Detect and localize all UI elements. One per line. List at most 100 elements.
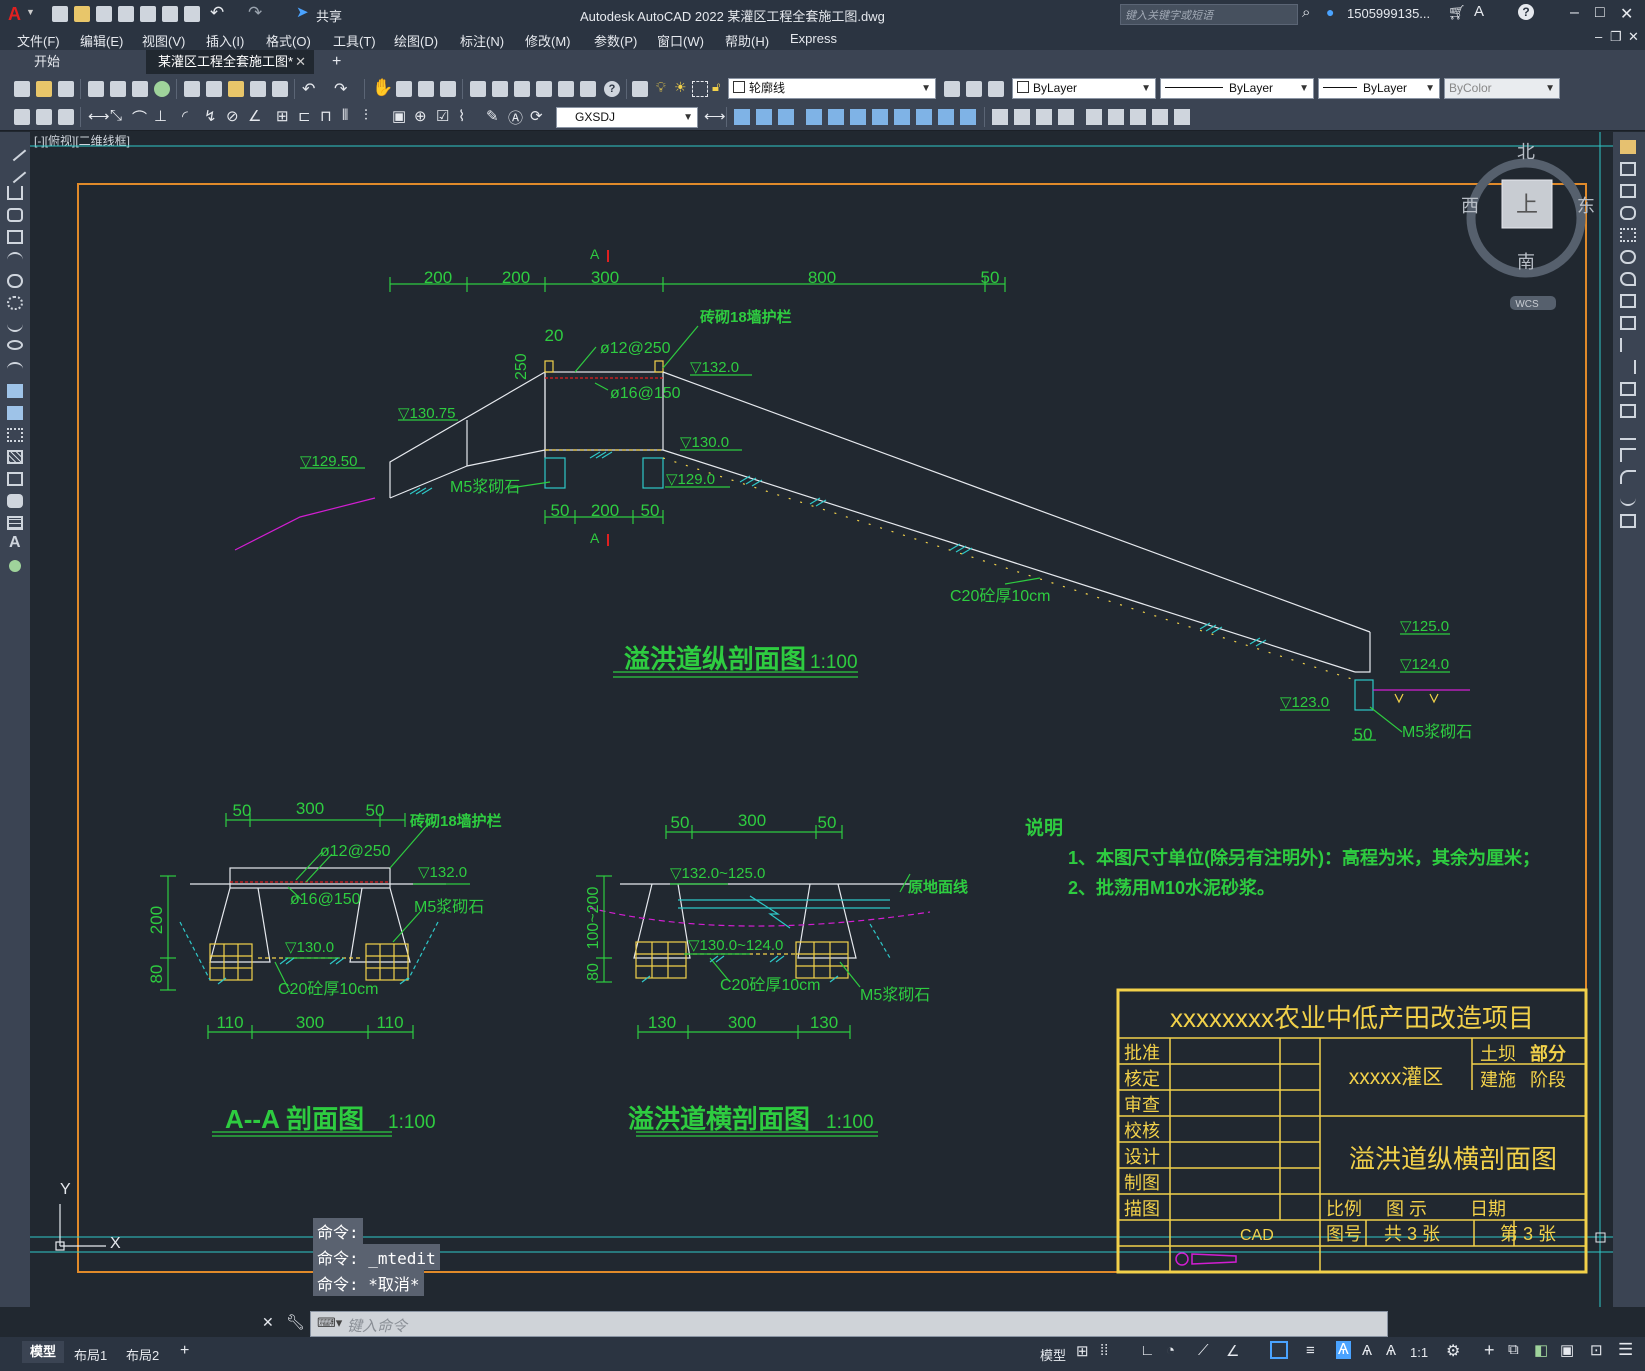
mirror-icon[interactable] (894, 109, 910, 125)
command-input[interactable]: ⌨▾ 键入命令 (310, 1311, 1388, 1337)
undo-tool-icon[interactable]: ↶ (302, 79, 315, 99)
menu-insert[interactable]: 插入(I) (206, 31, 244, 50)
markup-icon[interactable] (558, 81, 574, 97)
tool-palettes-icon[interactable] (514, 81, 530, 97)
layer-on-icon[interactable]: 💡︎ (656, 79, 666, 96)
dim-break-icon[interactable]: ⫶ (364, 107, 368, 124)
circle-tool-icon[interactable] (7, 274, 23, 288)
customize-menu-icon[interactable]: ☰ (1618, 1340, 1633, 1360)
move-tool-icon[interactable] (1620, 250, 1636, 264)
cart-icon[interactable]: 🛒︎ (1448, 4, 1466, 21)
autodesk-a360-icon[interactable]: A (1474, 3, 1484, 20)
qnew-icon[interactable] (14, 81, 30, 97)
zoom-window-icon[interactable] (418, 81, 434, 97)
layer-walk-icon[interactable] (58, 109, 74, 125)
viewcube-south[interactable]: 南 (1517, 252, 1535, 272)
layer-thaw-icon[interactable]: ☀ (674, 79, 687, 96)
ortho-icon[interactable]: ∟ (1140, 1342, 1155, 1359)
gradient-tool-icon[interactable] (7, 472, 23, 486)
hardware-accel-icon[interactable]: ◧ (1534, 1341, 1548, 1359)
copy-tool-icon[interactable] (1620, 162, 1636, 176)
layer-properties-icon[interactable] (632, 81, 648, 97)
break-icon[interactable] (1152, 109, 1168, 125)
dim-text-edit-icon[interactable]: Ⓐ (508, 107, 523, 128)
explode-tool-icon[interactable] (1620, 514, 1636, 528)
linetype-dropdown[interactable]: ByLayer ▼ (1160, 78, 1314, 99)
auto-scale-icon[interactable]: Ѧ (1362, 1342, 1372, 1359)
menu-dimension[interactable]: 标注(N) (460, 31, 504, 50)
aligned-dim-icon[interactable]: ⤡ (110, 107, 122, 124)
isolate-objects-icon[interactable]: ⧉ (1508, 1341, 1519, 1358)
save-web-icon[interactable] (162, 6, 178, 22)
wcs-menu[interactable]: WCS (1515, 299, 1539, 310)
trim-tool-icon[interactable] (1620, 338, 1636, 352)
paste-icon[interactable] (228, 81, 244, 97)
osnap-icon[interactable] (1270, 1341, 1288, 1359)
help-tool-icon[interactable]: ? (604, 81, 620, 97)
scale-icon[interactable] (916, 109, 932, 125)
plotstyle-dropdown[interactable]: ByColor ▼ (1444, 78, 1560, 99)
grid-icon[interactable]: ⊞ (1076, 1342, 1089, 1360)
polar-icon[interactable]: ◔ (1166, 1342, 1175, 1359)
lineweight-dropdown[interactable]: ByLayer ▼ (1318, 78, 1440, 99)
share-icon[interactable]: ➤ (296, 3, 309, 21)
polyline-tool-icon[interactable] (7, 186, 23, 200)
mtext-tool-icon[interactable]: A (9, 534, 21, 552)
workspace-gear-icon[interactable]: ⚙ (1446, 1341, 1460, 1361)
blend-tool-icon[interactable] (1620, 492, 1636, 506)
save-as-icon[interactable] (118, 6, 134, 22)
search-icon[interactable]: ⌕ (1302, 4, 1310, 21)
linear-dim-icon[interactable]: ⟷ (88, 107, 110, 125)
command-customize-icon[interactable]: 🔧︎ (286, 1313, 305, 1331)
break-point-icon[interactable] (1620, 382, 1636, 396)
quickcalc-icon[interactable] (580, 81, 596, 97)
menu-parametric[interactable]: 参数(P) (594, 31, 637, 50)
copy-icon[interactable] (206, 81, 222, 97)
stretch-icon[interactable] (850, 109, 866, 125)
fullscreen-icon[interactable]: ⊡ (1590, 1341, 1603, 1359)
plot-icon[interactable] (184, 6, 200, 22)
viewcube-west[interactable]: 西 (1461, 196, 1479, 216)
match-prop-icon[interactable] (250, 81, 266, 97)
rotate-icon[interactable] (872, 109, 888, 125)
inspection-icon[interactable]: ☑ (436, 107, 449, 125)
ellipse-arc-tool-icon[interactable] (7, 362, 23, 376)
share-button[interactable]: 共享 (316, 6, 342, 25)
design-center-icon[interactable] (492, 81, 508, 97)
menu-draw[interactable]: 绘图(D) (394, 31, 438, 50)
ellipse-tool-icon[interactable] (7, 340, 23, 350)
xline-tool-icon[interactable] (3, 160, 27, 184)
continue-dim-icon[interactable]: ⊓ (320, 107, 332, 125)
arc-tool-icon[interactable] (7, 252, 23, 266)
layout-tab-1[interactable]: 布局1 (74, 1345, 107, 1364)
quick-dim-icon[interactable]: ⊞ (276, 107, 289, 125)
viewcube-east[interactable]: 东 (1577, 196, 1595, 216)
layout-tab-model[interactable]: 模型 (22, 1341, 65, 1363)
menu-tools[interactable]: 工具(T) (333, 31, 376, 50)
region-tool-icon[interactable] (7, 494, 23, 508)
layer-states-icon[interactable] (988, 81, 1004, 97)
menu-file[interactable]: 文件(F) (17, 31, 60, 50)
insert-block-icon[interactable] (14, 109, 30, 125)
annotation-scale-value[interactable]: 1:1 (1410, 1345, 1428, 1360)
minimize-button[interactable]: – (1570, 4, 1579, 22)
save-icon[interactable] (96, 6, 112, 22)
rectangle-tool-icon[interactable] (7, 230, 23, 244)
layer-previous-icon[interactable] (966, 81, 982, 97)
menu-help[interactable]: 帮助(H) (725, 31, 769, 50)
center-mark-icon[interactable]: ⊕ (414, 107, 427, 125)
cut-icon[interactable] (184, 81, 200, 97)
tolerance-icon[interactable]: ▣ (392, 107, 406, 125)
mirror-tool-icon[interactable] (1620, 184, 1636, 198)
lineweight-icon[interactable]: ≡ (1306, 1342, 1315, 1359)
save-tool-icon[interactable] (58, 81, 74, 97)
pan-icon[interactable]: ✋ (372, 78, 393, 98)
menu-format[interactable]: 格式(O) (266, 31, 311, 50)
hatch-tool-icon[interactable] (7, 450, 23, 464)
ordinate-dim-icon[interactable]: ⊥ (154, 107, 167, 125)
clean-screen-icon[interactable]: ▣ (1560, 1341, 1574, 1359)
viewcube-north[interactable]: 北 (1517, 142, 1535, 162)
tab-drawing[interactable]: 某灌区工程全套施工图* ✕ (146, 50, 314, 74)
line-tool-icon[interactable] (3, 138, 27, 162)
print-icon[interactable] (88, 81, 104, 97)
